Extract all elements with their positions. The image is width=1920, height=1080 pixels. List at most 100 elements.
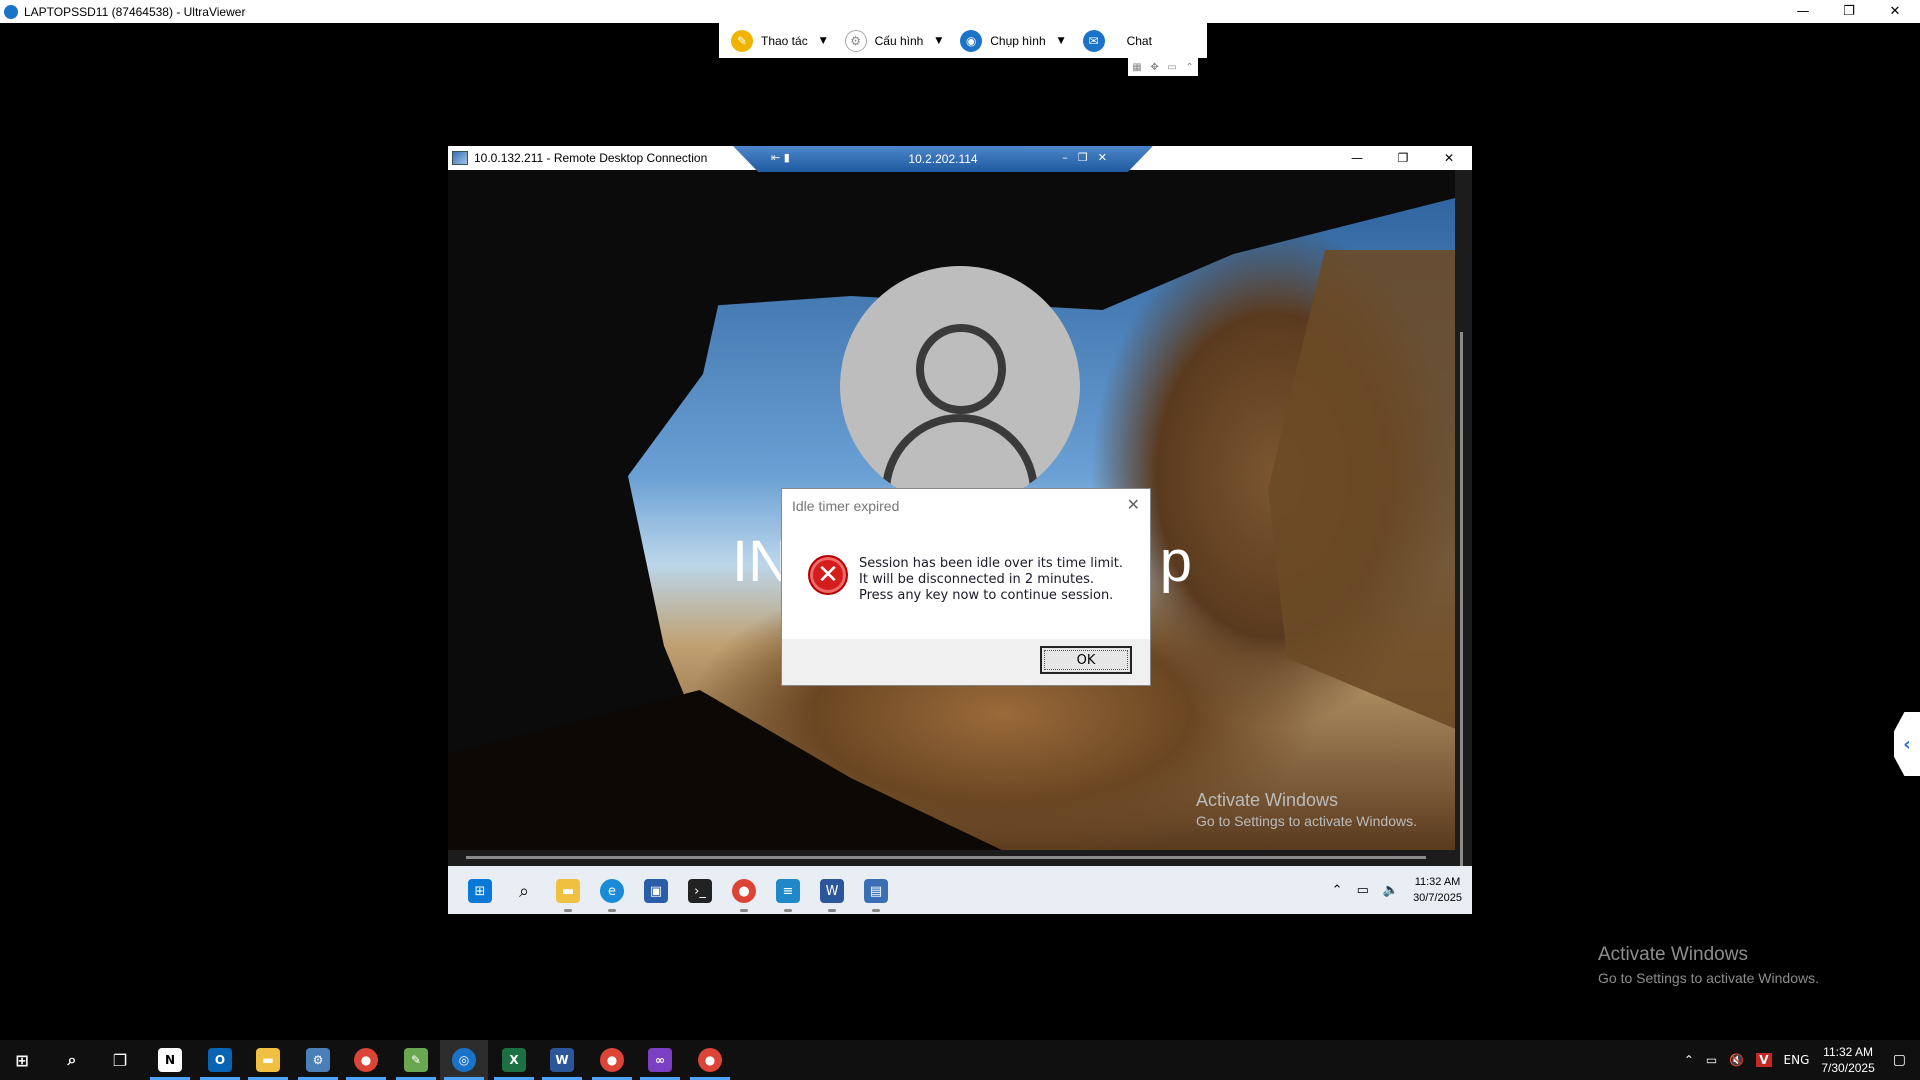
message-line-2: It will be disconnected in 2 minutes. [859,572,1095,587]
remote-activate-watermark: Activate Windows Go to Settings to activ… [1196,790,1417,829]
host-system-tray: ⌃ ▭ 🔇 V ENG 11:32 AM 7/30/2025 ▢ [1684,1040,1920,1080]
chat-icon: ✉ [1082,29,1105,52]
search-icon[interactable]: ⌕ [60,1048,84,1072]
dialog-close-icon[interactable]: ✕ [1127,495,1140,514]
windows-start-icon[interactable]: ⊞ [10,1048,34,1072]
chevron-down-icon[interactable]: ▼ [935,36,942,46]
excel-icon[interactable]: X [502,1048,526,1072]
task-view-icon[interactable]: ❐ [108,1048,132,1072]
remote-system-tray: ⌃ ▭ 🔈 11:32 AM 30/7/2025 [1332,874,1462,906]
remote-desktop-window: IN p Activate Windows Go to Settings to … [448,146,1472,914]
config-menu-button[interactable]: ⚙ Cấu hình ▼ [841,23,957,58]
chrome-secondary-icon[interactable]: ● [698,1048,722,1072]
network-icon[interactable]: ▭ [1357,883,1369,898]
remote-desktop-icon[interactable]: ▤ [864,879,888,903]
collapse-icon[interactable]: ⌃ [1185,62,1193,73]
dialog-message: Session has been idle over its time limi… [859,556,1123,604]
file-explorer-icon[interactable]: ▬ [556,879,580,903]
activate-subtitle: Go to Settings to activate Windows. [1598,970,1819,986]
search-icon[interactable]: ⌕ [512,879,536,903]
camera-icon: ◉ [960,29,983,52]
user-avatar [840,266,1080,506]
screenshot-menu-button[interactable]: ◉ Chụp hình ▼ [956,23,1078,58]
rdc-window-title: 10.0.132.211 - Remote Desktop Connection [474,151,708,165]
background-rock [1268,250,1455,730]
rdc-minimize-button[interactable]: — [1334,146,1380,170]
ok-button[interactable]: OK [1040,646,1132,674]
remote-lock-screen[interactable]: IN p Activate Windows Go to Settings to … [448,170,1455,850]
remote-time: 11:32 AM [1414,876,1461,888]
host-time: 11:32 AM [1823,1045,1873,1059]
user-head-icon [916,324,1006,414]
rdc-close-button[interactable]: ✕ [1426,146,1472,170]
notepad-icon[interactable]: ≡ [776,879,800,903]
actions-menu-button[interactable]: ✎ Thao tác ▼ [727,23,841,58]
chevron-up-icon[interactable]: ⌃ [1332,883,1343,898]
store-icon[interactable]: ▣ [644,879,668,903]
running-indicator [872,909,880,912]
remote-taskbar: ⊞ ⌕ ▬ e ▣ ›_ ● ≡ W ▤ ⌃ ▭ 🔈 11:32 AM 30/7… [448,866,1472,914]
host-taskbar: ⊞ ⌕ ❐ N O ▬ ⚙ ● ✎ ◎ X W ● ∞ ● ⌃ ▭ 🔇 V EN… [0,1040,1920,1080]
language-indicator[interactable]: ENG [1784,1053,1810,1067]
word-icon[interactable]: W [820,879,844,903]
gear-icon: ⚙ [844,29,867,52]
ultraviewer-app-icon [4,4,18,19]
chrome-icon[interactable]: ● [354,1048,378,1072]
host-activate-watermark: Activate Windows Go to Settings to activ… [1598,944,1819,986]
idle-timer-dialog: Idle timer expired ✕ ✕ Session has been … [781,488,1151,686]
vertical-scrollbar[interactable] [1460,332,1463,904]
pin-icon[interactable]: ⇤ ▮ [771,151,790,164]
dialog-title: Idle timer expired [792,498,900,514]
volume-icon[interactable]: 🔈 [1383,883,1399,898]
monitor-icon[interactable]: ▭ [1167,62,1176,73]
actions-label: Thao tác [761,33,808,48]
rdc-app-icon [452,151,468,165]
fullscreen-icon[interactable]: ✥ [1150,62,1158,73]
ultraviewer-titlebar: LAPTOPSSD11 (87464538) - UltraViewer — ❐… [0,0,1920,23]
outlook-icon[interactable]: O [208,1048,232,1072]
chrome-icon[interactable]: ● [732,879,756,903]
rdc-connection-bar: ⇤ ▮ 10.2.202.114 –❐✕ [733,146,1153,172]
message-line-3: Press any key now to continue session. [859,588,1114,603]
host-clock[interactable]: 11:32 AM 7/30/2025 [1821,1044,1874,1076]
message-line-1: Session has been idle over its time limi… [859,556,1124,571]
ultraviewer-icon[interactable]: ◎ [452,1048,476,1072]
start-icon[interactable]: ⊞ [468,879,492,903]
user-name-right: p [1159,529,1192,594]
notepad-plus-icon[interactable]: ✎ [404,1048,428,1072]
running-indicator [608,909,616,912]
restore-button[interactable]: ❐ [1826,0,1872,23]
terminal-icon[interactable]: ›_ [688,879,712,903]
chevron-down-icon[interactable]: ▼ [1058,36,1065,46]
chevron-down-icon[interactable]: ▼ [820,36,827,46]
connection-bar-controls[interactable]: –❐✕ [1062,151,1117,164]
activate-title: Activate Windows [1598,944,1748,965]
ultraviewer-toolbar: ✎ Thao tác ▼ ⚙ Cấu hình ▼ ◉ Chụp hình ▼ … [719,23,1207,58]
network-icon[interactable]: ▭ [1706,1053,1717,1067]
network-tool-icon[interactable]: ⚙ [306,1048,330,1072]
chat-button[interactable]: ✉ Chat [1079,23,1156,58]
grid-icon[interactable]: ▦ [1132,62,1141,73]
file-explorer-icon[interactable]: ▬ [256,1048,280,1072]
word-icon[interactable]: W [550,1048,574,1072]
visual-studio-icon[interactable]: ∞ [648,1048,672,1072]
notification-icon[interactable]: ▢ [1893,1052,1906,1068]
close-button[interactable]: ✕ [1872,0,1918,23]
side-panel-toggle[interactable]: ‹ [1894,712,1920,776]
pencil-icon: ✎ [731,29,753,52]
connection-bar-ip: 10.2.202.114 [908,152,978,166]
vietkey-icon[interactable]: V [1756,1053,1772,1067]
volume-muted-icon[interactable]: 🔇 [1729,1053,1744,1067]
edge-icon[interactable]: e [600,879,624,903]
minimize-button[interactable]: — [1780,0,1826,23]
chevron-up-icon[interactable]: ⌃ [1684,1053,1694,1067]
activate-title: Activate Windows [1196,790,1339,810]
notion-icon[interactable]: N [158,1048,182,1072]
remote-clock[interactable]: 11:32 AM 30/7/2025 [1413,874,1462,906]
chrome-profile-icon[interactable]: ● [600,1048,624,1072]
running-indicator [564,909,572,912]
chevron-left-icon: ‹ [1903,733,1911,755]
horizontal-scrollbar[interactable] [466,856,1426,859]
config-label: Cấu hình [874,33,924,48]
rdc-restore-button[interactable]: ❐ [1380,146,1426,170]
